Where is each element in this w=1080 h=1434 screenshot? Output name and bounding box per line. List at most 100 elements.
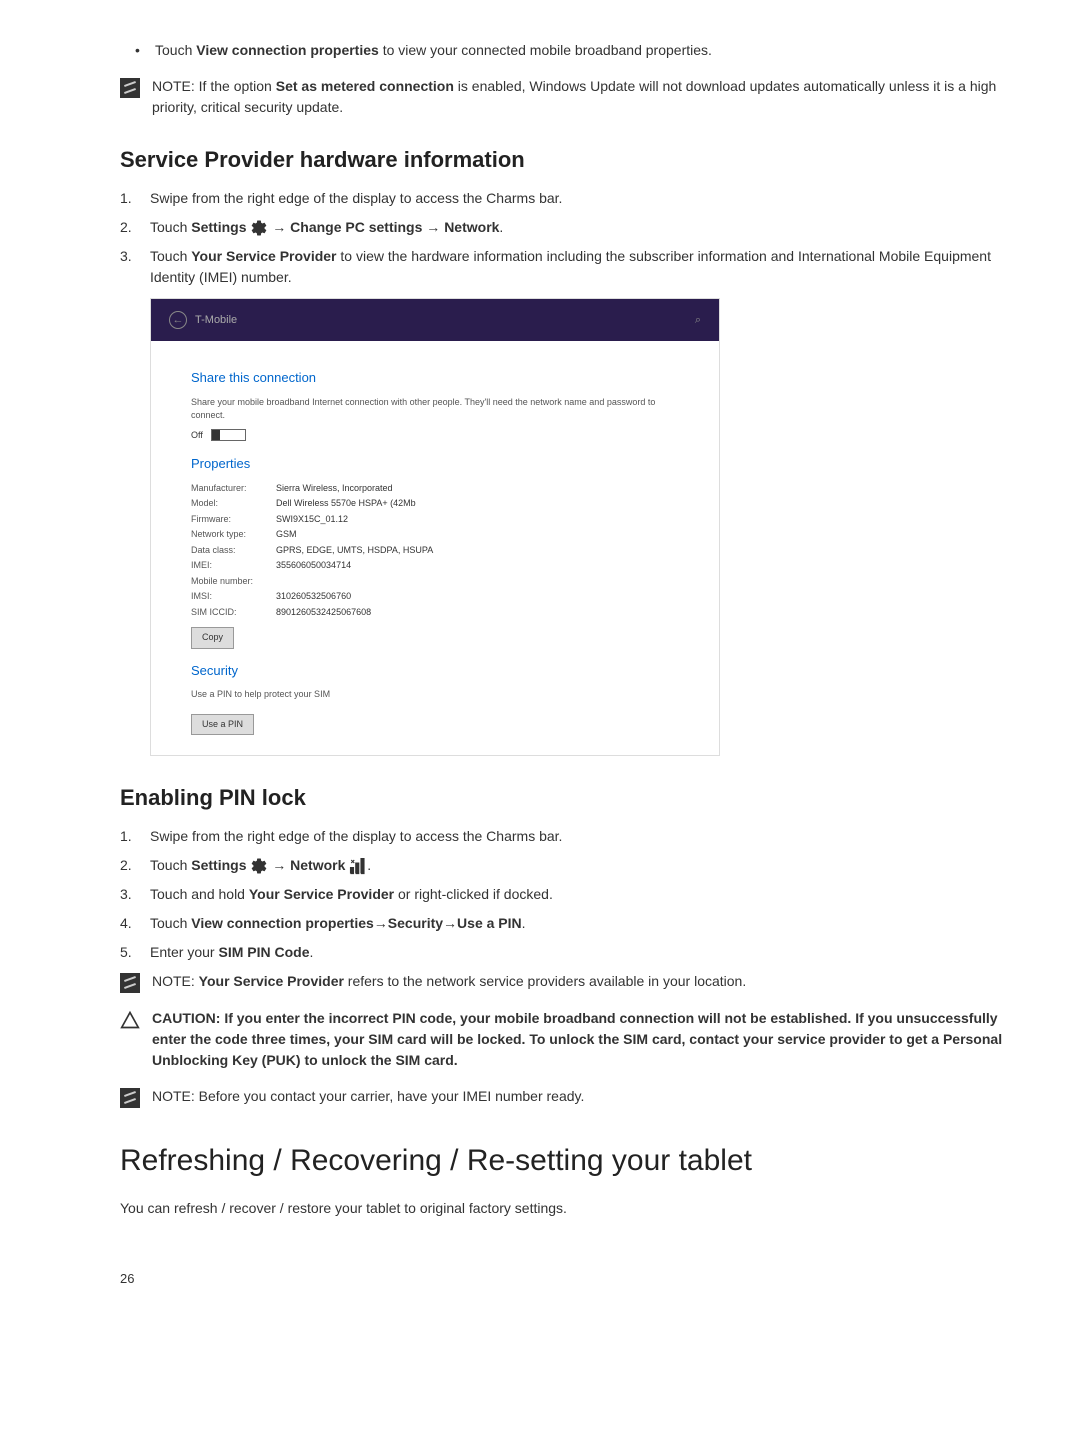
caution-icon — [120, 1010, 140, 1030]
step-text: Enter your SIM PIN Code. — [150, 942, 1020, 963]
prop-data-class: Data class:GPRS, EDGE, UMTS, HSDPA, HSUP… — [191, 544, 689, 558]
note-label: NOTE: — [152, 1088, 199, 1104]
step-number: 3. — [120, 884, 150, 905]
enabling-pin-steps: 1. Swipe from the right edge of the disp… — [120, 826, 1020, 963]
toggle-switch[interactable] — [211, 429, 246, 441]
step-2: 2. Touch Settings → Change PC settings →… — [120, 217, 1020, 238]
prop-model: Model:Dell Wireless 5570e HSPA+ (42Mb — [191, 497, 689, 511]
text: Touch — [150, 857, 191, 873]
use-pin-button[interactable]: Use a PIN — [191, 714, 254, 736]
network-bars-icon — [349, 857, 367, 875]
note-imei-ready: NOTE: Before you contact your carrier, h… — [120, 1086, 1020, 1108]
prop-imei: IMEI:355606050034714 — [191, 559, 689, 573]
bold-text: Set as metered connection — [276, 78, 454, 94]
refreshing-heading: Refreshing / Recovering / Re-setting you… — [120, 1138, 1020, 1183]
step-number: 2. — [120, 217, 150, 238]
note-label: NOTE: — [152, 78, 199, 94]
step-text: Touch Your Service Provider to view the … — [150, 246, 1020, 288]
text: . — [499, 219, 503, 235]
step-text: Touch Settings → Change PC settings → Ne… — [150, 217, 1020, 238]
service-provider-heading: Service Provider hardware information — [120, 143, 1020, 176]
text: to view your connected mobile broadband … — [379, 42, 712, 58]
bold-text: View connection properties — [196, 42, 379, 58]
caution-content: CAUTION: If you enter the incorrect PIN … — [152, 1008, 1020, 1071]
step-1: 1. Swipe from the right edge of the disp… — [120, 188, 1020, 209]
text: or right-clicked if docked. — [394, 886, 553, 902]
screenshot-header: ← T-Mobile ⌕ — [151, 299, 719, 341]
bold-text: Your Service Provider — [199, 973, 344, 989]
service-provider-steps: 1. Swipe from the right edge of the disp… — [120, 188, 1020, 288]
prop-mobile-number: Mobile number: — [191, 575, 689, 589]
bold-text: If you enter the incorrect PIN code, you… — [152, 1010, 1002, 1068]
step-text: Swipe from the right edge of the display… — [150, 188, 1020, 209]
refreshing-body: You can refresh / recover / restore your… — [120, 1198, 1020, 1219]
prop-firmware: Firmware:SWI9X15C_01.12 — [191, 513, 689, 527]
properties-table: Manufacturer:Sierra Wireless, Incorporat… — [191, 482, 689, 620]
text: Touch — [155, 42, 196, 58]
step-text: Swipe from the right edge of the display… — [150, 826, 1020, 847]
step-3: 3. Touch Your Service Provider to view t… — [120, 246, 1020, 288]
note-metered-connection: NOTE: If the option Set as metered conne… — [120, 76, 1020, 118]
share-connection-heading: Share this connection — [191, 368, 689, 388]
bold-text: View connection properties→Security→Use … — [191, 915, 521, 931]
step-4: 4. Touch View connection properties→Secu… — [120, 913, 1020, 934]
text: → — [422, 219, 444, 235]
step-number: 2. — [120, 855, 150, 876]
toggle-label: Off — [191, 429, 203, 443]
prop-network-type: Network type:GSM — [191, 528, 689, 542]
tmobile-screenshot: ← T-Mobile ⌕ Share this connection Share… — [150, 298, 720, 756]
bold-text: Network — [444, 219, 499, 235]
text: Touch — [150, 248, 191, 264]
step-5: 5. Enter your SIM PIN Code. — [120, 942, 1020, 963]
text: refers to the network service providers … — [344, 973, 746, 989]
caution-incorrect-pin: CAUTION: If you enter the incorrect PIN … — [120, 1008, 1020, 1071]
note-content: NOTE: Before you contact your carrier, h… — [152, 1086, 584, 1107]
step-text: Touch and hold Your Service Provider or … — [150, 884, 1020, 905]
step-number: 3. — [120, 246, 150, 267]
text: → — [272, 857, 290, 873]
bullet-view-connection: Touch View connection properties to view… — [155, 40, 1020, 61]
caution-label: CAUTION: — [152, 1010, 224, 1026]
bold-text: Network — [290, 857, 349, 873]
text: . — [522, 915, 526, 931]
text: Touch — [150, 915, 191, 931]
back-arrow-icon[interactable]: ← — [169, 311, 187, 329]
note-content: NOTE: If the option Set as metered conne… — [152, 76, 1020, 118]
step-number: 1. — [120, 826, 150, 847]
step-text: Touch View connection properties→Securit… — [150, 913, 1020, 934]
note-service-provider: NOTE: Your Service Provider refers to th… — [120, 971, 1020, 993]
share-toggle-row: Off — [191, 429, 689, 443]
properties-heading: Properties — [191, 454, 689, 474]
search-icon[interactable]: ⌕ — [695, 312, 701, 329]
text: Touch and hold — [150, 886, 249, 902]
prop-sim-iccid: SIM ICCID:8901260532425067608 — [191, 606, 689, 620]
text: Touch — [150, 219, 191, 235]
bold-text: Settings — [191, 219, 250, 235]
step-text: Touch Settings → Network . — [150, 855, 1020, 876]
enabling-pin-heading: Enabling PIN lock — [120, 781, 1020, 814]
bold-text: Settings — [191, 857, 250, 873]
step-number: 1. — [120, 188, 150, 209]
step-2: 2. Touch Settings → Network . — [120, 855, 1020, 876]
share-desc: Share your mobile broadband Internet con… — [191, 396, 689, 423]
note-icon — [120, 973, 140, 993]
gear-icon — [250, 219, 268, 237]
page-number: 26 — [120, 1269, 1020, 1289]
text: If the option — [199, 78, 276, 94]
note-label: NOTE: — [152, 973, 199, 989]
prop-manufacturer: Manufacturer:Sierra Wireless, Incorporat… — [191, 482, 689, 496]
note-icon — [120, 1088, 140, 1108]
screenshot-title: T-Mobile — [195, 312, 237, 329]
security-desc: Use a PIN to help protect your SIM — [191, 688, 689, 702]
step-1: 1. Swipe from the right edge of the disp… — [120, 826, 1020, 847]
step-number: 4. — [120, 913, 150, 934]
step-3: 3. Touch and hold Your Service Provider … — [120, 884, 1020, 905]
security-heading: Security — [191, 661, 689, 681]
text: . — [367, 857, 371, 873]
copy-button[interactable]: Copy — [191, 627, 234, 649]
text: Enter your — [150, 944, 218, 960]
gear-icon — [250, 857, 268, 875]
bold-text: SIM PIN Code — [218, 944, 309, 960]
step-number: 5. — [120, 942, 150, 963]
note-icon — [120, 78, 140, 98]
